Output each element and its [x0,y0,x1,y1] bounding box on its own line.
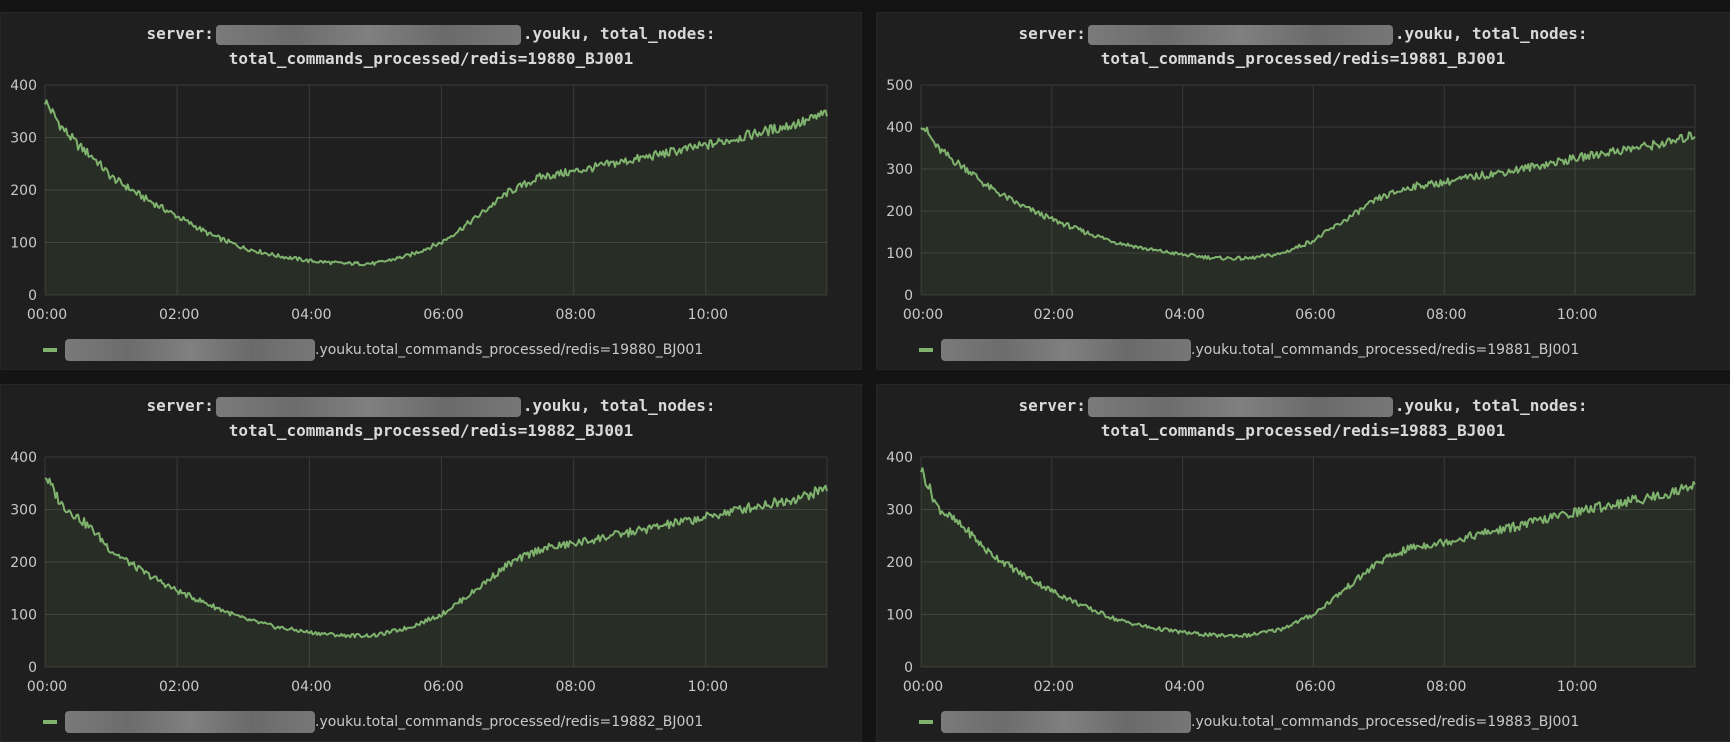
y-tick-label: 400 [10,450,37,466]
y-tick-label: 500 [886,78,913,94]
y-tick-label: 100 [10,608,37,624]
x-tick-label: 04:00 [1164,307,1204,323]
y-tick-label: 200 [10,183,37,199]
y-tick-label: 400 [10,78,37,94]
y-tick-label: 300 [886,503,913,519]
y-tick-label: 0 [904,660,913,676]
chart-area[interactable]: 0 100 200 300 400 500 00:00 02:00 04:00 06:00 08:0… [877,13,1729,369]
legend-item[interactable]: .youku.total_commands_processed/redis=19… [43,339,703,361]
graph-panel-19880[interactable]: server: .youku, total_nodes: total_comman… [0,12,862,370]
y-tick-label: 100 [886,608,913,624]
redacted-hostname [65,339,315,361]
graph-panel-19882[interactable]: server: .youku, total_nodes: total_comman… [0,384,862,742]
chart-area[interactable]: 0 100 200 300 400 00:00 02:00 04:00 06:00 08:00 10… [877,385,1729,741]
x-tick-label: 00:00 [27,307,67,323]
x-tick-label: 02:00 [159,679,199,695]
chart-area[interactable]: 0 100 200 300 400 00:00 02:00 04:00 06:00 08:00 10… [1,385,861,741]
x-tick-label: 04:00 [291,679,331,695]
legend-label: .youku.total_commands_processed/redis=19… [1191,342,1580,358]
x-tick-label: 08:00 [555,679,595,695]
series-area-fill [45,478,827,667]
y-tick-label: 300 [886,162,913,178]
x-tick-label: 02:00 [159,307,199,323]
legend-item[interactable]: .youku.total_commands_processed/redis=19… [919,711,1579,733]
x-tick-label: 04:00 [1164,679,1204,695]
x-tick-label: 08:00 [1426,307,1466,323]
y-tick-label: 200 [886,555,913,571]
x-tick-label: 00:00 [27,679,67,695]
redacted-hostname [941,339,1191,361]
x-tick-label: 06:00 [1295,679,1335,695]
series-area-fill [921,468,1695,667]
x-tick-label: 02:00 [1034,307,1074,323]
x-tick-label: 08:00 [555,307,595,323]
series-area-fill [45,100,827,295]
x-tick-label: 08:00 [1426,679,1466,695]
x-tick-label: 04:00 [291,307,331,323]
series-color-swatch [919,348,933,352]
y-tick-label: 100 [886,246,913,262]
legend-item[interactable]: .youku.total_commands_processed/redis=19… [919,339,1579,361]
x-tick-label: 10:00 [1557,679,1597,695]
x-tick-label: 06:00 [423,307,463,323]
graph-panel-19883[interactable]: server: .youku, total_nodes: total_comman… [876,384,1730,742]
legend-item[interactable]: .youku.total_commands_processed/redis=19… [43,711,703,733]
y-tick-label: 300 [10,503,37,519]
y-tick-label: 0 [904,288,913,304]
redacted-hostname [941,711,1191,733]
legend-label: .youku.total_commands_processed/redis=19… [315,714,704,730]
legend-label: .youku.total_commands_processed/redis=19… [315,342,704,358]
y-tick-label: 400 [886,120,913,136]
legend-label: .youku.total_commands_processed/redis=19… [1191,714,1580,730]
series-color-swatch [919,720,933,724]
y-tick-label: 400 [886,450,913,466]
series-color-swatch [43,348,57,352]
x-tick-label: 00:00 [903,679,943,695]
x-tick-label: 10:00 [688,307,728,323]
y-tick-label: 200 [886,204,913,220]
y-tick-label: 200 [10,555,37,571]
x-tick-label: 10:00 [1557,307,1597,323]
y-tick-label: 0 [28,288,37,304]
x-tick-label: 06:00 [423,679,463,695]
redacted-hostname [65,711,315,733]
x-tick-label: 00:00 [903,307,943,323]
graph-panel-19881[interactable]: server: .youku, total_nodes: total_comman… [876,12,1730,370]
x-tick-label: 02:00 [1034,679,1074,695]
y-tick-label: 100 [10,236,37,252]
y-tick-label: 0 [28,660,37,676]
chart-area[interactable]: 0 100 200 300 400 00:00 02:00 04:00 06:00 08:00 10… [1,13,861,369]
x-tick-label: 10:00 [688,679,728,695]
x-tick-label: 06:00 [1295,307,1335,323]
series-color-swatch [43,720,57,724]
y-tick-label: 300 [10,131,37,147]
